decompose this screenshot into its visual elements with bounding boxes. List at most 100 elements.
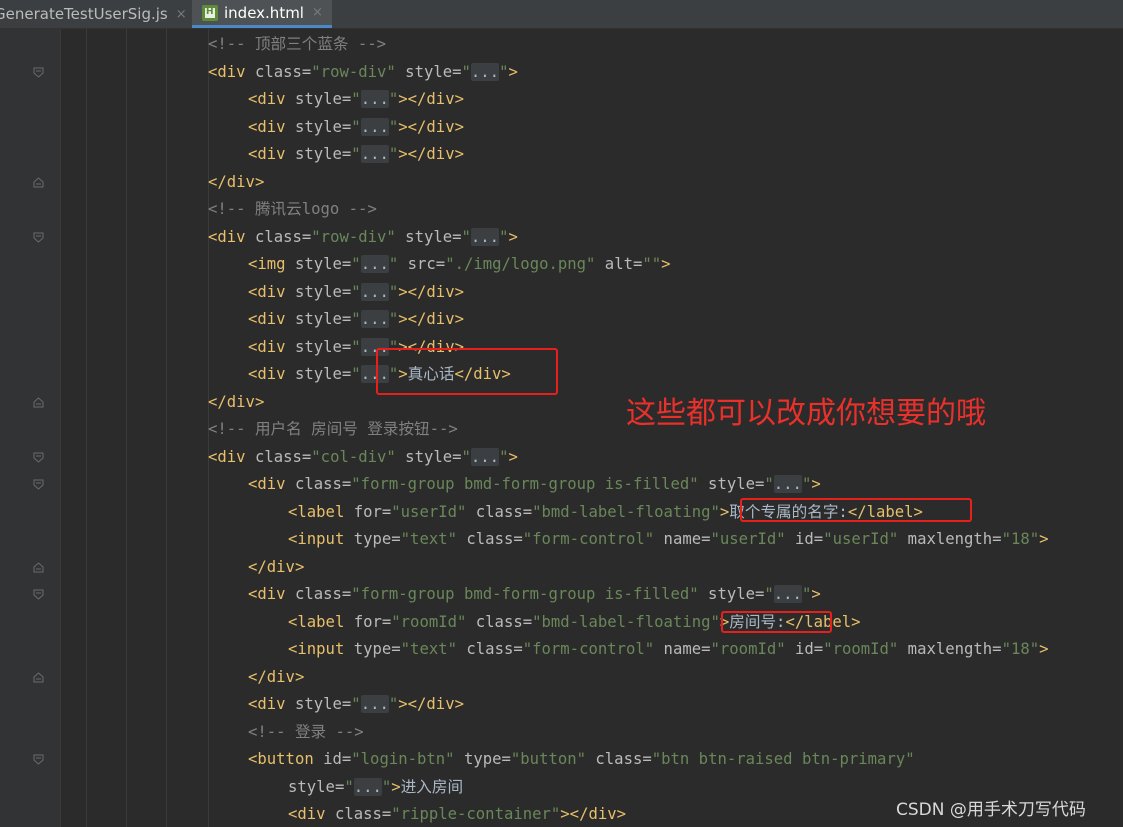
code-token: class= (254, 447, 312, 466)
code-token: style= (395, 227, 462, 246)
indent-guide (126, 29, 127, 827)
code-token: "bmd-label-floating" (532, 502, 720, 521)
code-token: "roomId" (391, 612, 467, 631)
fold-open-icon[interactable] (33, 232, 44, 243)
code-token: "form-control" (522, 640, 655, 658)
indent-guide (166, 29, 167, 827)
folded-region[interactable]: ... (773, 475, 802, 493)
fold-open-icon[interactable] (33, 754, 44, 765)
code-token: type= (454, 750, 511, 768)
code-token: style= (294, 90, 352, 108)
code-token: <div (248, 337, 295, 356)
code-token: <div (248, 365, 295, 383)
folded-region[interactable]: ... (360, 145, 389, 163)
fold-open-icon[interactable] (33, 452, 44, 463)
code-token: > (719, 502, 730, 521)
code-token: <div (248, 695, 295, 713)
fold-close-icon[interactable] (33, 561, 44, 573)
code-token: style= (395, 62, 462, 81)
tab-index-html[interactable]: index.html × (192, 0, 332, 28)
code-token: "btn btn-raised btn-primary" (651, 750, 915, 768)
code-token: " (351, 695, 361, 713)
folded-region[interactable]: ... (360, 90, 389, 108)
code-line: <!-- 登录 --> (248, 720, 364, 744)
fold-open-icon[interactable] (33, 589, 44, 600)
code-token: " (381, 777, 392, 796)
code-line: <div class="col-div" style="..."> (208, 445, 518, 469)
code-token: class= (254, 227, 312, 246)
code-token: style= (294, 145, 352, 163)
code-token: 进入房间 (400, 777, 464, 796)
tab-label: index.html (224, 3, 304, 22)
folded-region[interactable]: ... (470, 62, 500, 81)
code-token: class= (457, 530, 523, 548)
code-token: " (388, 310, 399, 328)
code-line: <div class="form-group bmd-form-group is… (248, 472, 821, 496)
folded-region[interactable]: ... (773, 585, 802, 603)
code-token: id= (323, 750, 352, 768)
fold-close-icon[interactable] (33, 671, 44, 683)
folded-region[interactable]: ... (360, 310, 389, 328)
code-token: type= (353, 530, 401, 548)
code-token: ></div> (398, 117, 464, 136)
code-token: alt= (595, 255, 643, 273)
folded-region[interactable]: ... (470, 447, 500, 466)
fold-close-icon[interactable] (33, 396, 44, 408)
code-token: ></div> (398, 695, 464, 713)
code-token: "row-div" (311, 62, 396, 81)
folded-region[interactable]: ... (360, 117, 389, 136)
code-token: " (461, 447, 471, 466)
code-token: <label (288, 612, 354, 631)
code-token: </div> (208, 172, 265, 191)
code-token: "row-div" (311, 227, 396, 246)
folded-region[interactable]: ... (360, 255, 389, 273)
code-token: <!-- 登录 --> (248, 722, 364, 741)
code-token: style= (294, 365, 352, 383)
code-token: "userId" (710, 530, 786, 548)
code-token: </div> (208, 392, 265, 411)
code-line: <div class="row-div" style="..."> (208, 225, 518, 249)
code-line: <input type="text" class="form-control" … (288, 527, 1049, 551)
code-token: "form-group bmd-form-group is-filled" (351, 475, 699, 493)
html-file-icon (202, 4, 218, 21)
code-token: for= (353, 502, 392, 521)
code-token: </div> (248, 667, 305, 686)
code-token: "bmd-label-floating" (532, 612, 720, 631)
folded-region[interactable]: ... (360, 695, 389, 713)
watermark: CSDN @用手术刀写代码 (896, 800, 1086, 820)
code-token: "text" (400, 640, 458, 658)
code-token: > (508, 447, 518, 466)
fold-close-icon[interactable] (33, 176, 44, 188)
folded-region[interactable]: ... (470, 227, 500, 246)
code-token: <div (248, 475, 295, 493)
fold-open-icon[interactable] (33, 67, 44, 78)
tab-generatetestusersig[interactable]: GenerateTestUserSig.js × (0, 0, 187, 28)
code-token: " (388, 145, 399, 163)
code-token: " (388, 282, 399, 301)
code-line: <div style="..."></div> (248, 280, 464, 304)
folded-region[interactable]: ... (360, 282, 389, 301)
code-token: "" (642, 255, 662, 273)
code-token: > (1039, 530, 1049, 548)
code-token: class= (466, 612, 533, 631)
code-line: <img style="..." src="./img/logo.png" al… (248, 252, 671, 276)
code-token: "form-control" (522, 530, 655, 548)
fold-open-icon[interactable] (33, 479, 44, 490)
close-icon[interactable]: × (312, 5, 323, 20)
code-token: > (508, 62, 518, 81)
code-line: </div> (248, 555, 304, 579)
code-token: " (351, 310, 361, 328)
close-icon[interactable]: × (176, 7, 187, 22)
code-token: " (461, 62, 471, 81)
code-line: <button id="login-btn" type="button" cla… (248, 747, 915, 771)
code-token: name= (654, 530, 711, 548)
code-line: <div style="..."></div> (248, 142, 464, 166)
code-token: "roomId" (710, 640, 786, 658)
code-token: <!-- 用户名 房间号 登录按钮--> (208, 420, 458, 438)
code-token: > (508, 227, 518, 246)
code-token: " (351, 255, 361, 273)
code-token: type= (353, 640, 401, 658)
code-line: </div> (248, 665, 304, 689)
folded-region[interactable]: ... (353, 777, 382, 796)
code-token: > (811, 475, 821, 493)
